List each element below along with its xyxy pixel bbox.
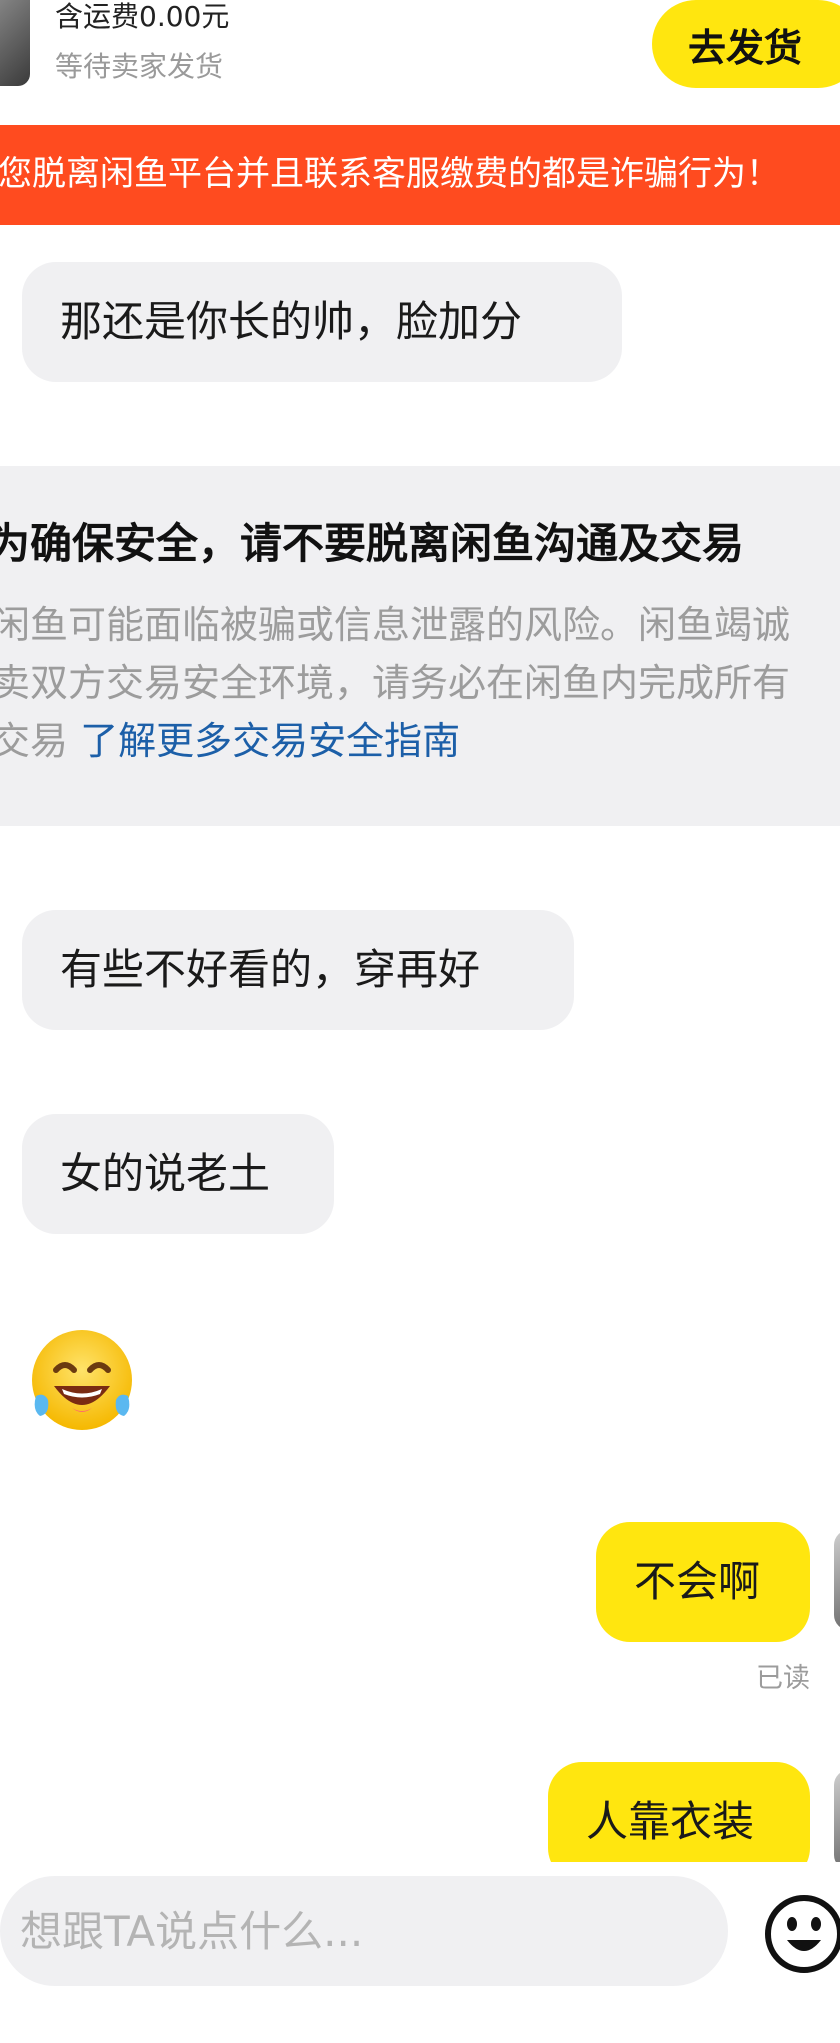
chat-screen: 含运费0.00元 等待卖家发货 去发货 您脱离闲鱼平台并且联系客服缴费的都是诈骗… xyxy=(0,0,840,2043)
fraud-warning-text: 您脱离闲鱼平台并且联系客服缴费的都是诈骗行为！ xyxy=(0,154,780,194)
message-bubble-incoming[interactable]: 女的说老土 xyxy=(22,1114,334,1234)
ship-button[interactable]: 去发货 xyxy=(652,0,840,88)
safety-guide-link[interactable]: 了解更多交易安全指南 xyxy=(80,719,460,763)
fraud-warning-banner: 您脱离闲鱼平台并且联系客服缴费的都是诈骗行为！ xyxy=(0,125,840,225)
own-avatar[interactable] xyxy=(834,1530,840,1630)
emoji-picker-icon xyxy=(765,1895,840,1973)
emoji-picker-button[interactable] xyxy=(762,1892,840,1976)
message-input[interactable] xyxy=(0,1876,728,1986)
composer-bar xyxy=(0,1862,840,2043)
security-notice-body: 闲鱼可能面临被骗或信息泄露的风险。闲鱼竭诚 卖双方交易安全环境，请务必在闲鱼内完… xyxy=(0,596,840,770)
security-notice-line-last: 交易 了解更多交易安全指南 xyxy=(0,712,840,770)
security-notice-card: 为确保安全，请不要脱离闲鱼沟通及交易 闲鱼可能面临被骗或信息泄露的风险。闲鱼竭诚… xyxy=(0,466,840,826)
read-receipt: 已读 xyxy=(756,1663,810,1694)
tears-of-joy-emoji[interactable] xyxy=(28,1326,136,1434)
message-bubble-incoming[interactable]: 那还是你长的帅，脸加分 xyxy=(22,262,622,382)
order-header: 含运费0.00元 等待卖家发货 去发货 xyxy=(0,0,840,122)
order-status-text: 等待卖家发货 xyxy=(55,50,224,83)
own-avatar[interactable] xyxy=(834,1770,840,1870)
message-bubble-incoming[interactable]: 有些不好看的，穿再好 xyxy=(22,910,574,1030)
item-thumbnail[interactable] xyxy=(0,0,30,86)
security-notice-title: 为确保安全，请不要脱离闲鱼沟通及交易 xyxy=(0,519,745,568)
security-notice-line-end: 交易 xyxy=(0,719,69,763)
security-notice-line: 闲鱼可能面临被骗或信息泄露的风险。闲鱼竭诚 xyxy=(0,603,791,647)
message-bubble-outgoing[interactable]: 不会啊 xyxy=(596,1522,810,1642)
security-notice-line: 卖双方交易安全环境，请务必在闲鱼内完成所有 xyxy=(0,661,791,705)
shipping-fee-text: 含运费0.00元 xyxy=(55,0,230,33)
